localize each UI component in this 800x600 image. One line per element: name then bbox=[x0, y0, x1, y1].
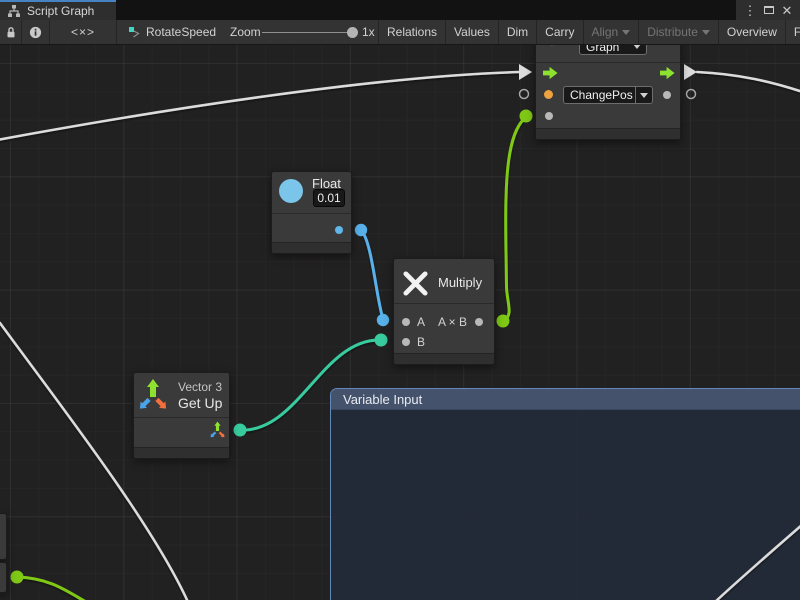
exec-output-triangle-icon[interactable] bbox=[684, 64, 697, 80]
wire-exec-in[interactable] bbox=[0, 72, 519, 140]
vector3-output-port-icon[interactable] bbox=[210, 421, 225, 439]
full-screen-button[interactable]: Full Screen bbox=[786, 20, 800, 44]
graph-event-node[interactable]: <> Graph ChangePos bbox=[535, 45, 681, 140]
changepos-dropdown[interactable]: ChangePos bbox=[563, 86, 653, 104]
blue-endpoint-icon[interactable] bbox=[377, 314, 389, 326]
multiply-icon bbox=[402, 270, 429, 297]
zoom-slider-handle[interactable] bbox=[347, 27, 358, 38]
node-footer bbox=[394, 353, 494, 364]
overview-button[interactable]: Overview bbox=[719, 20, 786, 44]
node-footer bbox=[536, 128, 680, 139]
code-view-icon: <×> bbox=[71, 25, 95, 39]
zoom-slider-track[interactable] bbox=[262, 32, 350, 33]
wire-vector3-to-multiply-b[interactable] bbox=[240, 340, 379, 430]
multiply-node[interactable]: Multiply A A × B B bbox=[393, 258, 495, 365]
offscreen-node-fragment[interactable] bbox=[0, 513, 7, 560]
dropdown-arrow-icon bbox=[640, 93, 648, 98]
float-literal-node[interactable]: Float 0.01 bbox=[271, 171, 352, 254]
relations-button[interactable]: Relations bbox=[379, 20, 446, 44]
exec-input-arrow-icon[interactable] bbox=[543, 66, 558, 80]
distribute-dropdown-button[interactable]: Distribute bbox=[639, 20, 719, 44]
close-icon[interactable]: ✕ bbox=[782, 4, 793, 17]
teal-endpoint-icon[interactable] bbox=[375, 334, 388, 347]
values-button[interactable]: Values bbox=[446, 20, 499, 44]
lock-button[interactable] bbox=[0, 20, 22, 44]
lime-endpoint-icon[interactable] bbox=[520, 110, 533, 123]
output-port-icon[interactable] bbox=[475, 318, 483, 326]
dropdown-arrow-icon bbox=[633, 45, 641, 49]
window-controls: ⋮ ✕ bbox=[736, 0, 800, 20]
graph-toolbar: <×> RotateSpeed Zoom 1x Relations Values… bbox=[0, 20, 800, 45]
float-value-field[interactable]: 0.01 bbox=[313, 189, 345, 207]
zoom-label: Zoom bbox=[230, 25, 261, 39]
node-title: Multiply bbox=[438, 275, 482, 290]
input-b-label: B bbox=[417, 335, 425, 349]
dim-button[interactable]: Dim bbox=[499, 20, 537, 44]
input-b-port-icon[interactable] bbox=[402, 338, 410, 346]
graph-asset-icon bbox=[128, 26, 141, 39]
empty-port-icon[interactable] bbox=[687, 90, 696, 99]
wire-multiply-to-graph[interactable] bbox=[503, 117, 526, 321]
wire-white-over-group[interactable] bbox=[715, 524, 800, 600]
chevron-down-icon bbox=[702, 30, 710, 35]
orange-port-icon[interactable] bbox=[544, 90, 553, 99]
wire-float-to-multiply-a[interactable] bbox=[361, 230, 383, 319]
offscreen-node-fragment[interactable] bbox=[0, 562, 7, 593]
maximize-icon[interactable] bbox=[764, 6, 774, 14]
empty-port-icon[interactable] bbox=[520, 90, 529, 99]
gray-port-icon[interactable] bbox=[545, 112, 553, 120]
wire-exec-out[interactable] bbox=[697, 72, 800, 92]
exec-input-triangle-icon[interactable] bbox=[519, 64, 532, 80]
vector3-get-up-node[interactable]: Vector 3 Get Up bbox=[133, 372, 230, 459]
node-footer bbox=[134, 447, 229, 458]
graph-canvas[interactable]: Variable Input bbox=[0, 45, 800, 600]
node-subtitle: Get Up bbox=[178, 395, 222, 411]
lime-endpoint-icon[interactable] bbox=[497, 315, 510, 328]
chevron-down-icon bbox=[622, 30, 630, 35]
input-a-label: A bbox=[417, 315, 425, 329]
output-label: A × B bbox=[438, 315, 467, 329]
info-icon bbox=[29, 26, 42, 39]
node-footer bbox=[272, 242, 351, 253]
align-dropdown-button[interactable]: Align bbox=[584, 20, 640, 44]
script-graph-icon bbox=[7, 4, 21, 18]
dropdown-arrow-box bbox=[635, 87, 652, 103]
zoom-value: 1x bbox=[362, 25, 375, 39]
gray-port-icon[interactable] bbox=[663, 91, 671, 99]
tab-title: Script Graph bbox=[27, 4, 94, 18]
wire-bottom-left[interactable] bbox=[17, 577, 86, 600]
code-view-button[interactable]: <×> bbox=[50, 20, 117, 44]
node-title: Vector 3 bbox=[178, 380, 222, 394]
wire-white-diagonal[interactable] bbox=[0, 323, 188, 600]
exec-output-arrow-icon[interactable] bbox=[660, 66, 675, 80]
teal-endpoint-icon[interactable] bbox=[234, 424, 247, 437]
float-output-port-icon[interactable] bbox=[335, 226, 343, 234]
graph-reference-label: RotateSpeed bbox=[146, 25, 216, 39]
toolbar-buttons: Relations Values Dim Carry Align Distrib… bbox=[378, 20, 800, 44]
tab-bar: Script Graph ⋮ ✕ bbox=[0, 0, 800, 20]
blue-endpoint-icon[interactable] bbox=[355, 224, 367, 236]
lime-endpoint-icon[interactable] bbox=[11, 571, 24, 584]
lock-icon bbox=[5, 26, 17, 39]
carry-button[interactable]: Carry bbox=[537, 20, 583, 44]
vector3-icon bbox=[139, 378, 167, 412]
menu-icon[interactable]: ⋮ bbox=[744, 4, 757, 17]
float-icon bbox=[279, 179, 303, 203]
graph-reference[interactable]: RotateSpeed bbox=[128, 20, 216, 44]
graph-header-dropdown[interactable]: Graph bbox=[579, 45, 647, 55]
graph-asset-icon: <> bbox=[546, 45, 559, 49]
tab-script-graph[interactable]: Script Graph bbox=[0, 0, 116, 20]
input-a-port-icon[interactable] bbox=[402, 318, 410, 326]
info-button[interactable] bbox=[22, 20, 50, 44]
